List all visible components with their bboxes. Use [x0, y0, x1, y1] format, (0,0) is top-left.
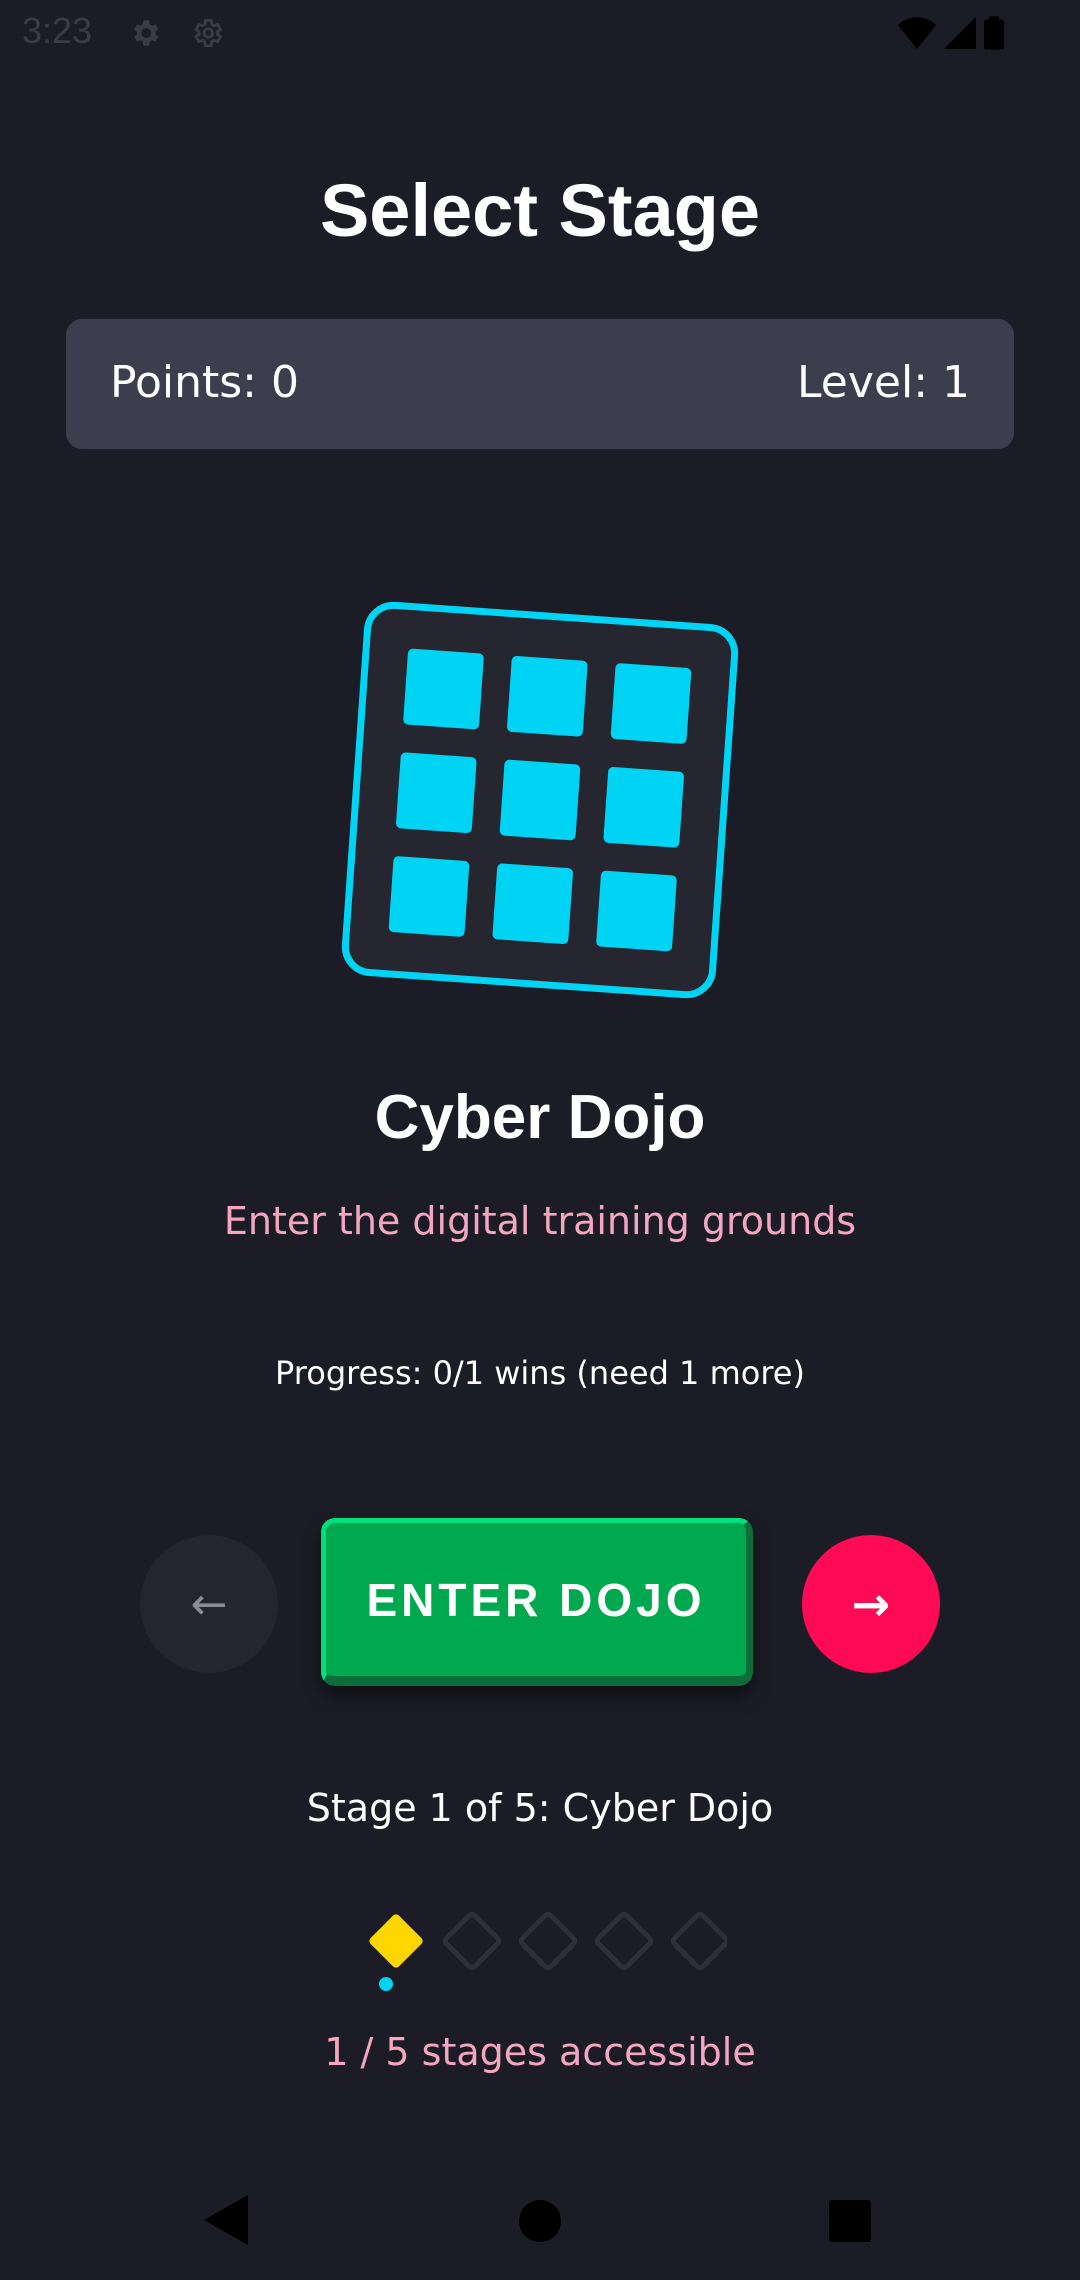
page-title: Select Stage	[319, 169, 761, 252]
stage-counter: Stage 1 of 5: Cyber Dojo	[306, 1786, 774, 1830]
enter-dojo-button[interactable]: ENTER DOJO	[321, 1518, 753, 1686]
points-label: Points: 0	[110, 357, 299, 408]
signal-icon	[944, 17, 976, 49]
grid-icon	[341, 601, 739, 999]
arrow-right-icon: →	[851, 1577, 891, 1631]
navigation-bar	[0, 2170, 1080, 2280]
stage-description: Enter the digital training grounds	[223, 1199, 857, 1243]
recents-icon[interactable]	[829, 2200, 871, 2242]
back-icon[interactable]	[204, 2195, 248, 2245]
stage-dot-4[interactable]	[594, 1912, 654, 1971]
gear-icon	[134, 20, 159, 46]
stage-dot-5[interactable]	[670, 1912, 727, 1971]
stage-dot-2[interactable]	[442, 1912, 502, 1971]
arrow-left-icon: ←	[190, 1578, 228, 1630]
status-time: 3:23	[22, 10, 93, 51]
current-stage-marker	[379, 1977, 393, 1991]
stages-accessible: 1 / 5 stages accessible	[324, 2030, 756, 2074]
stage-name: Cyber Dojo	[374, 1083, 706, 1152]
stage-dot-1[interactable]	[368, 1913, 425, 1991]
stats-panel: Points: 0 Level: 1	[66, 319, 1014, 449]
wifi-icon	[898, 17, 936, 49]
level-label: Level: 1	[797, 357, 970, 408]
next-stage-button[interactable]: →	[802, 1535, 940, 1673]
gear-outline-icon	[194, 18, 223, 48]
stage-progress: Progress: 0/1 wins (need 1 more)	[275, 1354, 805, 1392]
battery-icon	[984, 16, 1004, 50]
previous-stage-button[interactable]: ←	[140, 1535, 278, 1673]
stage-indicator	[368, 1912, 727, 1991]
status-bar: 3:23	[0, 0, 1080, 66]
home-icon[interactable]	[519, 2200, 561, 2242]
stage-dot-3[interactable]	[518, 1912, 578, 1971]
status-icons	[898, 16, 1004, 50]
